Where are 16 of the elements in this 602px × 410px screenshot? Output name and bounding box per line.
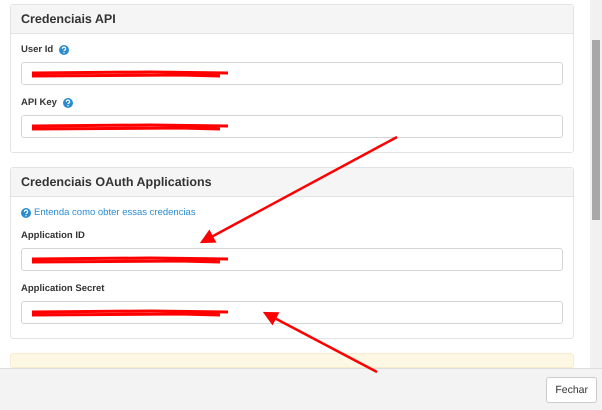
input-field[interactable]: [21, 62, 563, 85]
field-label: Application ID: [21, 230, 85, 241]
field-label: API Key: [21, 97, 57, 108]
input-field[interactable]: [21, 248, 563, 271]
input-field[interactable]: [21, 115, 563, 138]
panel-title: Credenciais API: [11, 5, 573, 34]
scrollbar[interactable]: [590, 0, 602, 368]
field-label: Application Secret: [21, 283, 104, 294]
help-icon[interactable]: [21, 208, 31, 218]
help-icon[interactable]: [62, 98, 73, 108]
help-link[interactable]: Entenda como obter essas credencias: [34, 207, 196, 218]
panel-title: Credenciais OAuth Applications: [11, 168, 573, 197]
field-label: User Id: [21, 44, 54, 55]
close-button[interactable]: Fechar: [546, 376, 597, 402]
help-icon[interactable]: [59, 44, 70, 54]
input-field[interactable]: [21, 301, 563, 324]
